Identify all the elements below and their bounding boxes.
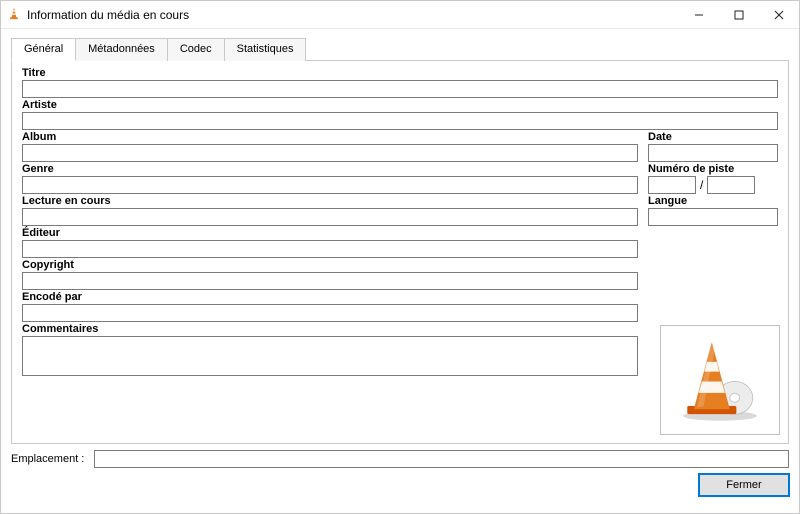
track-separator: / [700,178,703,192]
genre-field[interactable] [22,176,638,194]
track-number-field[interactable] [648,176,696,194]
encoded-by-field[interactable] [22,304,638,322]
date-label: Date [648,131,778,143]
location-field[interactable] [94,450,789,468]
album-field[interactable] [22,144,638,162]
bottom-bar: Emplacement : Fermer [1,444,799,504]
language-label: Langue [648,195,778,207]
cover-art-placeholder[interactable] [660,325,780,435]
tab-codec[interactable]: Codec [167,38,225,61]
date-field[interactable] [648,144,778,162]
vlc-cone-icon [670,334,770,427]
tab-general[interactable]: Général [11,38,76,61]
close-button[interactable]: Fermer [699,474,789,496]
title-label: Titre [22,67,778,79]
close-window-button[interactable] [759,1,799,28]
now-playing-field[interactable] [22,208,638,226]
window-controls [679,1,799,28]
language-field[interactable] [648,208,778,226]
title-field[interactable] [22,80,778,98]
comments-label: Commentaires [22,323,638,335]
maximize-button[interactable] [719,1,759,28]
publisher-label: Éditeur [22,227,638,239]
tab-strip: Général Métadonnées Codec Statistiques [11,37,789,60]
genre-label: Genre [22,163,638,175]
now-playing-label: Lecture en cours [22,195,638,207]
copyright-label: Copyright [22,259,638,271]
tab-statistics[interactable]: Statistiques [224,38,307,61]
album-label: Album [22,131,638,143]
tab-panel-general: Titre Artiste Album Date Genre [11,60,789,444]
encoded-by-label: Encodé par [22,291,638,303]
minimize-button[interactable] [679,1,719,28]
vlc-cone-icon [7,6,21,23]
publisher-field[interactable] [22,240,638,258]
content-area: Général Métadonnées Codec Statistiques T… [1,29,799,444]
titlebar: Information du média en cours [1,1,799,29]
track-number-label: Numéro de piste [648,163,778,175]
track-total-field[interactable] [707,176,755,194]
copyright-field[interactable] [22,272,638,290]
artist-label: Artiste [22,99,778,111]
location-label: Emplacement : [11,453,84,465]
window-title: Information du média en cours [27,8,189,22]
comments-field[interactable] [22,336,638,376]
tab-metadata[interactable]: Métadonnées [75,38,168,61]
artist-field[interactable] [22,112,778,130]
